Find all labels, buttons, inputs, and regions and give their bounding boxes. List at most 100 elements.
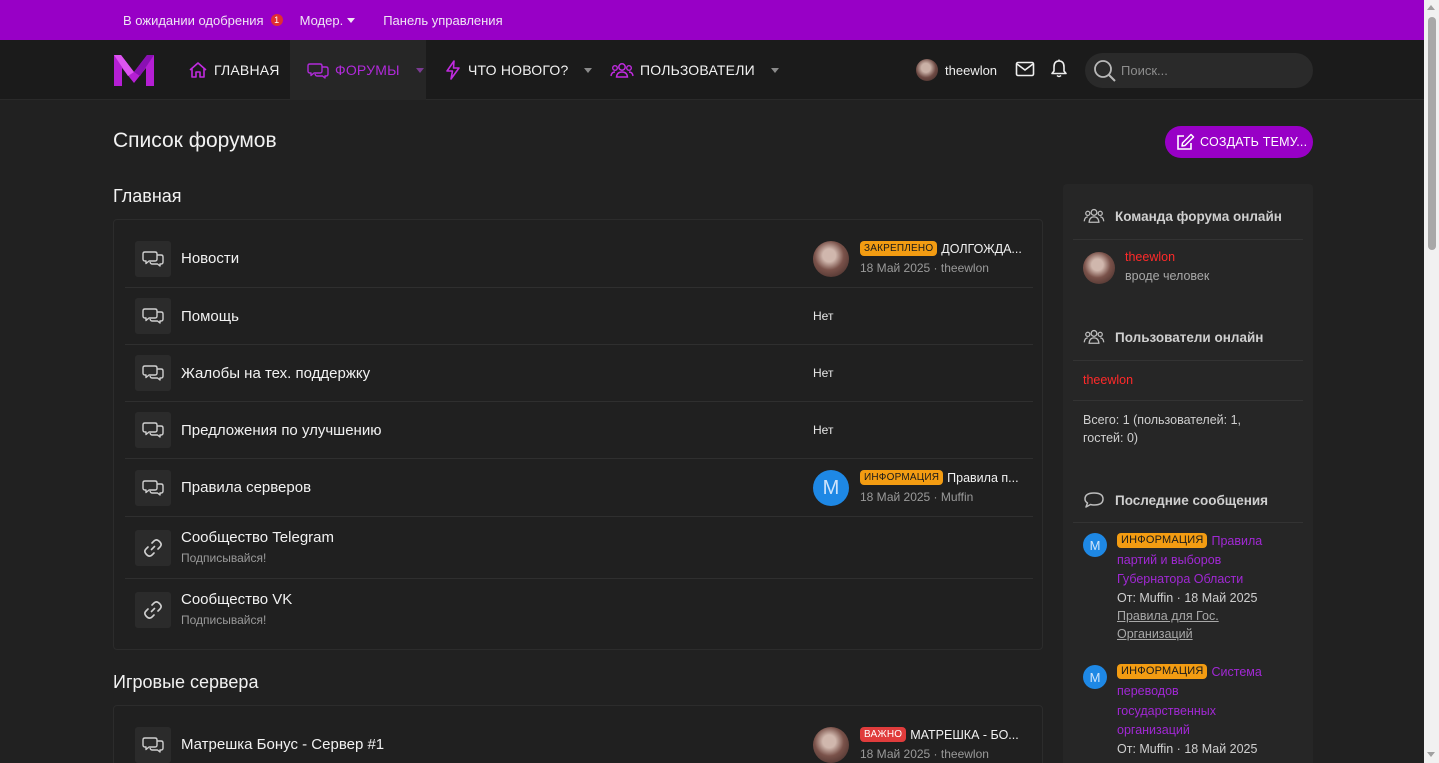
forum-title[interactable]: Сообщество Telegram xyxy=(181,529,334,546)
moder-menu-label: Модер. xyxy=(299,12,344,28)
main-navbar: ГЛАВНАЯ ФОРУМЫ ЧТО НОВОГО? ПОЛЬЗОВАТЕЛИ … xyxy=(0,40,1424,100)
last-thread-date[interactable]: 18 Май 2025 xyxy=(860,747,930,761)
last-thread-meta: 18 Май 2025 · theewlon xyxy=(860,261,989,275)
search-box[interactable] xyxy=(1085,53,1313,88)
last-thread-author[interactable]: Muffin xyxy=(941,490,973,504)
latest-post-title[interactable]: Губернатора Области xyxy=(1117,572,1243,586)
staff-member-name[interactable]: theewlon xyxy=(1125,250,1175,264)
last-thread-author[interactable]: theewlon xyxy=(941,261,989,275)
last-thread-link[interactable]: ВАЖНО МАТРЕШКА - БО... xyxy=(860,727,1025,742)
home-icon xyxy=(189,62,207,78)
nav-users[interactable]: ПОЛЬЗОВАТЕЛИ xyxy=(610,40,779,100)
users-icon xyxy=(610,63,634,78)
nav-users-label: ПОЛЬЗОВАТЕЛИ xyxy=(640,62,755,78)
envelope-icon[interactable] xyxy=(1015,61,1035,77)
avatar[interactable]: M xyxy=(1083,665,1107,689)
last-thread-meta: 18 Май 2025 · Muffin xyxy=(860,490,974,504)
forum-row[interactable]: Сообщество VK Подписывайся! xyxy=(125,579,1033,641)
chat-icon xyxy=(307,63,329,79)
forum-list: Матрешка Бонус - Сервер #1 ВАЖНО МАТРЕШК… xyxy=(113,705,1043,763)
avatar[interactable]: M xyxy=(1083,533,1107,557)
forum-description: Подписывайся! xyxy=(181,551,267,565)
latest-post-title[interactable]: организаций xyxy=(1117,723,1190,737)
thread-prefix-label: ИНФОРМАЦИЯ xyxy=(860,470,944,485)
last-thread-date[interactable]: 18 Май 2025 xyxy=(860,261,930,275)
avatar[interactable]: M xyxy=(813,470,849,506)
users-icon xyxy=(1083,329,1105,344)
nav-whats-new[interactable]: ЧТО НОВОГО? xyxy=(444,40,593,100)
nav-home[interactable]: ГЛАВНАЯ xyxy=(188,40,280,100)
avatar[interactable] xyxy=(813,727,849,763)
account-menu[interactable]: theewlon xyxy=(916,40,997,100)
online-total-text: гостей: 0) xyxy=(1083,431,1139,445)
no-posts-text: Нет xyxy=(813,423,834,437)
link-icon xyxy=(135,592,171,628)
pending-approval-link[interactable]: В ожидании одобрения 1 xyxy=(123,13,283,28)
latest-post-forum[interactable]: Правила для Гос. xyxy=(1117,609,1219,623)
page-scrollbar[interactable] xyxy=(1424,0,1439,763)
last-thread-meta: 18 Май 2025 · theewlon xyxy=(860,747,989,761)
no-posts-text: Нет xyxy=(813,309,834,323)
forum-title[interactable]: Предложения по улучшению xyxy=(181,422,381,439)
chevron-down-icon xyxy=(347,17,356,23)
forum-row[interactable]: Матрешка Бонус - Сервер #1 ВАЖНО МАТРЕШК… xyxy=(125,716,1033,763)
nav-forums[interactable]: ФОРУМЫ xyxy=(290,40,426,100)
latest-post-title[interactable]: государственных xyxy=(1117,704,1216,718)
forum-title[interactable]: Новости xyxy=(181,250,239,267)
forum-title[interactable]: Сообщество VK xyxy=(181,591,292,608)
link-icon xyxy=(135,530,171,566)
last-thread-link[interactable]: ИНФОРМАЦИЯ Правила п... xyxy=(860,470,1025,485)
thread-prefix-label: ИНФОРМАЦИЯ xyxy=(1117,664,1208,679)
forum-row[interactable]: Предложения по улучшению Нет xyxy=(125,402,1033,459)
no-posts-text: Нет xyxy=(813,366,834,380)
forum-row[interactable]: Новости ЗАКРЕПЛЕНО ДОЛГОЖДА... 18 Май 20… xyxy=(125,230,1033,288)
chevron-down-icon[interactable] xyxy=(584,67,593,73)
latest-posts-title: Последние сообщения xyxy=(1115,492,1269,508)
forum-row[interactable]: Помощь Нет xyxy=(125,288,1033,345)
last-thread-title: ДОЛГОЖДА... xyxy=(941,241,1022,256)
divider xyxy=(1073,522,1303,523)
online-user-name[interactable]: theewlon xyxy=(1083,373,1133,387)
last-thread-date[interactable]: 18 Май 2025 xyxy=(860,490,930,504)
forum-title[interactable]: Правила серверов xyxy=(181,479,311,496)
latest-post-link[interactable]: ИНФОРМАЦИЯ Система xyxy=(1117,664,1262,679)
search-icon[interactable] xyxy=(1093,59,1117,83)
chevron-down-icon[interactable] xyxy=(770,67,779,73)
create-thread-button[interactable]: СОЗДАТЬ ТЕМУ... xyxy=(1165,126,1313,158)
admin-panel-link[interactable]: Панель управления xyxy=(383,13,502,28)
forum-row[interactable]: Сообщество Telegram Подписывайся! xyxy=(125,517,1033,579)
account-username: theewlon xyxy=(945,62,998,78)
latest-post-forum[interactable]: Организаций xyxy=(1117,627,1193,641)
create-thread-label: СОЗДАТЬ ТЕМУ... xyxy=(1200,135,1308,149)
search-input[interactable] xyxy=(1121,63,1301,78)
pending-count-badge: 1 xyxy=(270,14,283,26)
chat-icon xyxy=(135,298,171,334)
chevron-down-icon[interactable] xyxy=(415,67,424,73)
chat-icon xyxy=(135,727,171,763)
pending-approval-label: В ожидании одобрения xyxy=(123,12,264,28)
scrollbar-thumb[interactable] xyxy=(1428,17,1436,250)
forum-row[interactable]: Жалобы на тех. поддержку Нет xyxy=(125,345,1033,402)
moder-menu[interactable]: Модер. xyxy=(300,13,356,28)
forum-title[interactable]: Помощь xyxy=(181,308,239,325)
latest-posts-header: Последние сообщения xyxy=(1083,491,1268,509)
sidebar: Команда форума онлайн theewlon вроде чел… xyxy=(1063,184,1313,763)
scroll-down-arrow-icon[interactable] xyxy=(1427,752,1435,757)
forum-title[interactable]: Матрешка Бонус - Сервер #1 xyxy=(181,736,384,753)
forum-title[interactable]: Жалобы на тех. поддержку xyxy=(181,365,370,382)
latest-post-title[interactable]: переводов xyxy=(1117,684,1179,698)
divider xyxy=(1073,400,1303,401)
last-thread-author[interactable]: theewlon xyxy=(941,747,989,761)
site-logo[interactable] xyxy=(112,52,156,88)
forum-row[interactable]: Правила серверов M ИНФОРМАЦИЯ Правила п.… xyxy=(125,459,1033,517)
page-title: Список форумов xyxy=(113,129,277,152)
bell-icon[interactable] xyxy=(1050,59,1068,78)
latest-post-meta: От: Muffin · 18 Май 2025 xyxy=(1117,591,1258,605)
avatar xyxy=(916,59,938,81)
avatar[interactable] xyxy=(813,241,849,277)
scroll-up-arrow-icon[interactable] xyxy=(1427,5,1435,10)
last-thread-link[interactable]: ЗАКРЕПЛЕНО ДОЛГОЖДА... xyxy=(860,241,1025,256)
latest-post-title[interactable]: партий и выборов xyxy=(1117,553,1221,567)
avatar[interactable] xyxy=(1083,252,1115,284)
latest-post-link[interactable]: ИНФОРМАЦИЯ Правила xyxy=(1117,533,1262,548)
